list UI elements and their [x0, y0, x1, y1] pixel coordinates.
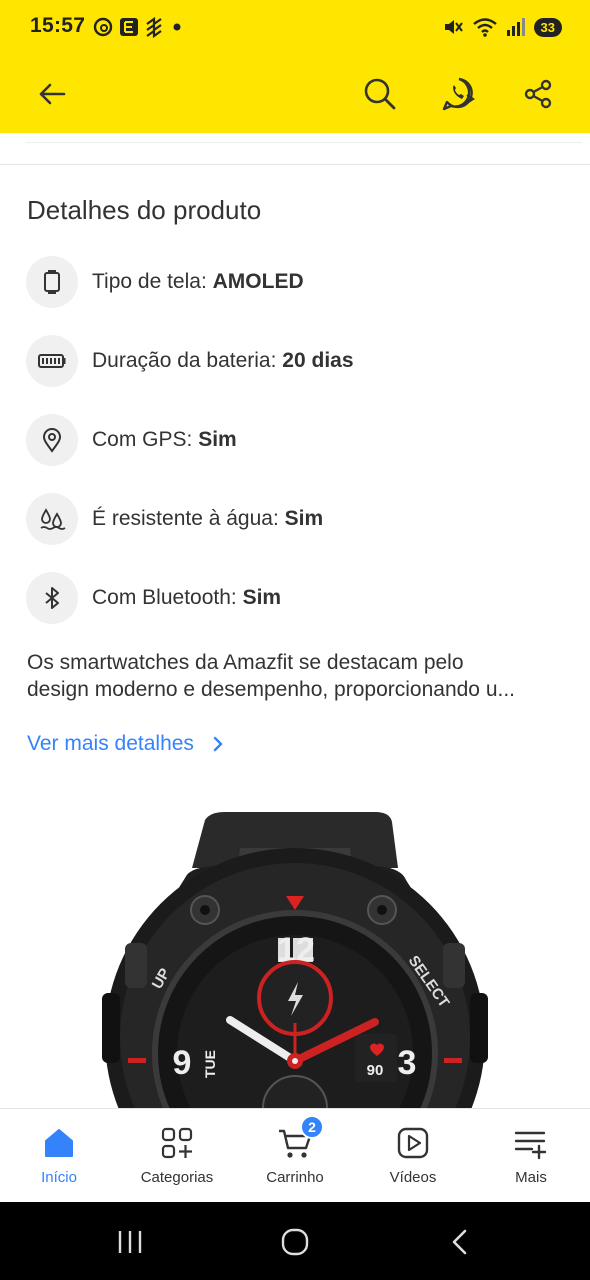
spec-icon-bg — [26, 256, 78, 308]
spec-value: Sim — [284, 507, 324, 530]
chevron-right-icon — [213, 736, 223, 752]
hour-9-label: 9 — [173, 1044, 192, 1082]
home-icon — [45, 1129, 73, 1157]
spec-icon-bg — [26, 572, 78, 624]
previous-section-divider — [26, 123, 582, 143]
home-circle-icon — [281, 1228, 309, 1256]
categories-icon — [161, 1127, 193, 1159]
spec-value: Sim — [198, 428, 237, 451]
search-icon — [364, 78, 396, 110]
previous-section-edge — [0, 133, 590, 165]
more-details-link[interactable]: Ver mais detalhes — [27, 732, 224, 756]
mute-icon — [444, 20, 463, 34]
system-navigation-bar — [0, 1202, 590, 1280]
nav-item-cart[interactable]: 2 Carrinho — [236, 1109, 354, 1202]
description-line: Os smartwatches da Amazfit se destacam p… — [27, 651, 464, 674]
whatsapp-share-icon — [442, 77, 475, 111]
signal-icon — [506, 18, 525, 36]
nav-item-videos[interactable]: Vídeos — [354, 1109, 472, 1202]
product-description: Os smartwatches da Amazfit se destacam p… — [27, 649, 567, 703]
spec-label: Duração da bateria: — [92, 349, 283, 372]
spec-row-screen-type: Tipo de tela: AMOLED — [26, 255, 566, 309]
more-details-label: Ver mais detalhes — [27, 732, 194, 755]
spec-icon-bg — [26, 493, 78, 545]
spec-label: É resistente à água: — [92, 507, 285, 530]
spec-text: Duração da bateria: 20 dias — [92, 349, 354, 373]
nav-label: Vídeos — [389, 1169, 437, 1186]
spec-label: Com Bluetooth: — [92, 586, 243, 609]
nav-icon-wrap — [41, 1125, 77, 1161]
dot-icon — [173, 23, 181, 31]
nav-label: Categorias — [140, 1169, 214, 1186]
system-back-icon — [452, 1229, 467, 1255]
status-bar: 15:57 33 — [0, 0, 590, 56]
nav-label: Carrinho — [266, 1169, 324, 1186]
nav-item-more[interactable]: Mais — [472, 1109, 590, 1202]
recent-apps-icon — [118, 1231, 142, 1253]
status-time: 15:57 — [30, 14, 86, 37]
spec-icon-bg — [26, 335, 78, 387]
whatsapp-share-button[interactable] — [435, 70, 483, 118]
home-system-button[interactable] — [275, 1222, 315, 1262]
spec-value: AMOLED — [212, 270, 304, 293]
bottom-navigation: Início Categorias 2 Carrinho Vídeos Mais — [0, 1108, 590, 1202]
spec-row-water-resistant: É resistente à água: Sim — [26, 492, 566, 546]
bluetooth-icon — [45, 587, 59, 609]
spec-text: Com Bluetooth: Sim — [92, 586, 281, 610]
day-label: TUE — [202, 1050, 218, 1078]
share-icon — [524, 79, 552, 109]
nav-icon-wrap — [159, 1125, 195, 1161]
spec-label: Com GPS: — [92, 428, 199, 451]
spec-row-gps: Com GPS: Sim — [26, 413, 566, 467]
status-system-icons: 33 — [442, 16, 562, 38]
water-drops-icon — [40, 508, 66, 530]
product-image[interactable]: 12 9 3 TUE UP SELECT 90 — [90, 808, 500, 1108]
search-button[interactable] — [356, 70, 404, 118]
system-back-button[interactable] — [440, 1222, 480, 1262]
battery-icon — [38, 354, 66, 368]
nav-label: Início — [41, 1169, 77, 1186]
spec-text: Tipo de tela: AMOLED — [92, 270, 304, 294]
share-button[interactable] — [514, 70, 562, 118]
section-title: Detalhes do produto — [27, 195, 262, 225]
recent-apps-button[interactable] — [110, 1222, 150, 1262]
threads-icon — [93, 17, 113, 37]
wifi-icon — [472, 18, 497, 37]
more-list-icon — [514, 1131, 547, 1160]
back-arrow-icon — [39, 83, 66, 105]
spec-text: Com GPS: Sim — [92, 428, 237, 452]
nav-item-home[interactable]: Início — [0, 1109, 118, 1202]
nav-icon-wrap — [395, 1125, 431, 1161]
spec-value: 20 dias — [282, 349, 354, 372]
spec-row-bluetooth: Com Bluetooth: Sim — [26, 571, 566, 625]
nav-item-categories[interactable]: Categorias — [118, 1109, 236, 1202]
spec-row-battery: Duração da bateria: 20 dias — [26, 334, 566, 388]
app-e-icon — [120, 18, 138, 36]
description-line: design moderno e desempenho, proporciona… — [27, 678, 516, 701]
spec-icon-bg — [26, 414, 78, 466]
status-notification-icons — [92, 16, 184, 38]
spec-value: Sim — [242, 586, 282, 609]
battery-indicator: 33 — [533, 17, 562, 37]
app-grid-icon — [146, 16, 162, 38]
spec-label: Tipo de tela: — [92, 270, 213, 293]
location-pin-icon — [42, 428, 62, 453]
heart-rate-label: 90 — [367, 1062, 384, 1079]
nav-icon-wrap — [513, 1125, 549, 1161]
app-header: 15:57 33 — [0, 0, 590, 133]
video-play-icon — [397, 1127, 429, 1159]
nav-label: Mais — [515, 1169, 547, 1186]
hour-3-label: 3 — [398, 1044, 417, 1082]
spec-text: É resistente à água: Sim — [92, 507, 323, 531]
screen-icon — [44, 270, 60, 294]
cart-count-badge: 2 — [300, 1115, 324, 1139]
smartwatch-image: 12 9 3 TUE UP SELECT 90 — [102, 812, 488, 1108]
back-button[interactable] — [28, 70, 76, 118]
